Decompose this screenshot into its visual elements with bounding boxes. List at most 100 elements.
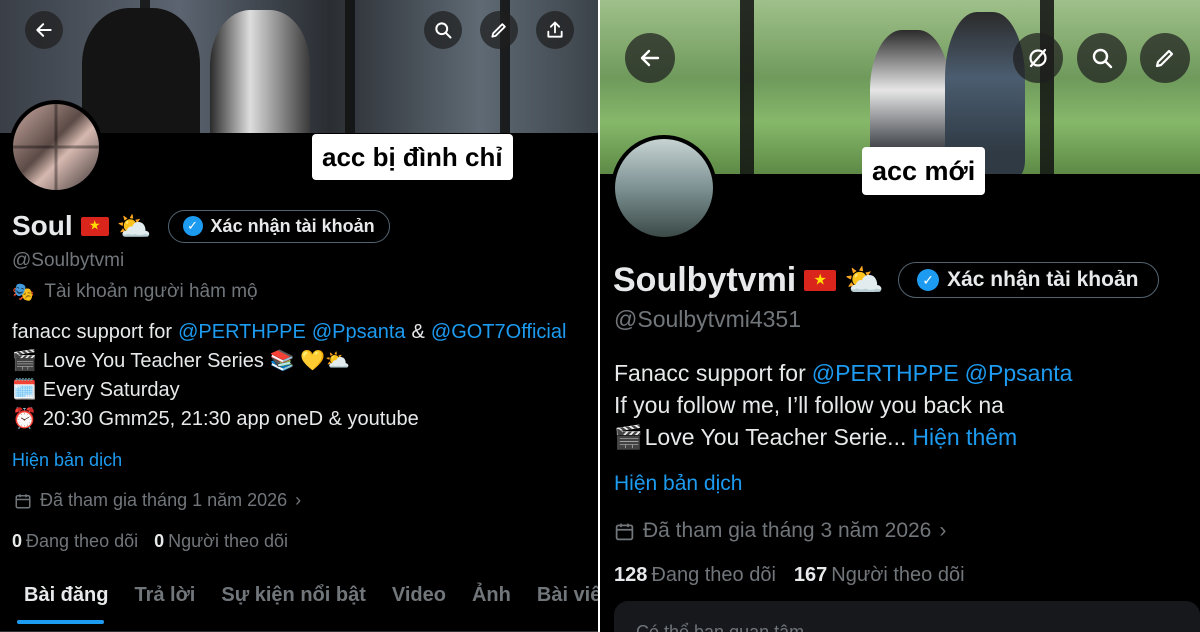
bio-line: fanacc support for @PERTHPPE @Ppsanta & …: [12, 318, 566, 347]
bio-text: Love You Teacher Serie...: [644, 424, 907, 450]
bio-text: 20:30 Gmm25, 21:30 app oneD & youtube: [42, 408, 419, 430]
suggestion-card-label: Có thể bạn quan tâm: [636, 622, 805, 632]
profile-bio: fanacc support for @PERTHPPE @Ppsanta & …: [12, 318, 566, 434]
username-handle: @Soulbytvmi4351: [614, 306, 801, 332]
followers-count[interactable]: 167: [794, 564, 827, 587]
joined-label: Đã tham gia tháng 3 năm 2026: [643, 519, 932, 542]
chevron-right-icon: ›: [939, 519, 947, 542]
window-frame: [1040, 0, 1054, 174]
bio-line: 🗓️ Every Saturday: [12, 376, 566, 405]
bio-emoji: 📚 💛⛅: [269, 350, 351, 372]
suspended-account-profile: acc bị đình chỉ Soul ⛅ ✓ Xác nhận tài kh…: [0, 0, 600, 632]
bio-text: &: [411, 321, 425, 343]
search-button[interactable]: [1077, 33, 1127, 83]
verify-label: Xác nhận tài khoản: [947, 268, 1139, 291]
bio-line: 🎬 Love You Teacher Serie... Hiện thêm: [614, 421, 1072, 453]
bio-text: If you follow me, I’ll follow you back n…: [614, 392, 1004, 418]
bio-line: ⏰ 20:30 Gmm25, 21:30 app oneD & youtube: [12, 405, 566, 434]
follow-stats: 128 Đang theo dõi 167 Người theo dõi: [614, 564, 965, 587]
chevron-right-icon: ›: [295, 490, 302, 510]
back-button[interactable]: [625, 33, 675, 83]
profile-bio: Fanacc support for @PERTHPPE @Ppsanta If…: [614, 357, 1072, 453]
banner-person: [210, 10, 310, 133]
joined-date[interactable]: Đã tham gia tháng 3 năm 2026 ›: [614, 519, 946, 543]
bio-text: Fanacc support for: [614, 360, 806, 386]
mention-link[interactable]: @GOT7Official: [431, 318, 567, 347]
tab-photos[interactable]: Ảnh: [459, 572, 524, 618]
bio-text: Love You Teacher Series: [42, 350, 264, 372]
vietnam-flag-icon: [804, 269, 837, 291]
bio-line: If you follow me, I’ll follow you back n…: [614, 389, 1072, 421]
arrow-left-icon: [36, 23, 52, 37]
profile-name-row: Soul ⛅ ✓ Xác nhận tài khoản: [12, 205, 390, 247]
pencil-icon: [491, 23, 506, 38]
mention-link[interactable]: @PERTHPPE: [812, 357, 959, 389]
share-icon: [547, 21, 563, 38]
suggestion-card[interactable]: Có thể bạn quan tâm: [614, 601, 1200, 632]
theater-mask-icon: 🎭: [12, 281, 35, 302]
tab-highlights[interactable]: Sự kiện nổi bật: [208, 572, 379, 618]
verify-account-button[interactable]: ✓ Xác nhận tài khoản: [898, 262, 1160, 298]
show-translation-link[interactable]: Hiện bản dịch: [12, 450, 122, 471]
share-button[interactable]: [536, 11, 574, 49]
arrow-left-icon: [640, 49, 660, 67]
verified-badge-icon: ✓: [917, 269, 940, 291]
avatar[interactable]: [9, 100, 103, 194]
edit-button[interactable]: [1140, 33, 1190, 83]
caption-stamp: acc bị đình chỉ: [312, 134, 513, 180]
account-type: 🎭 Tài khoản người hâm mộ: [12, 281, 258, 303]
followers-count[interactable]: 0: [154, 531, 164, 552]
profile-name-row: Soulbytvmi ⛅ ✓ Xác nhận tài khoản: [613, 258, 1160, 302]
followers-label[interactable]: Người theo dõi: [168, 531, 288, 552]
joined-date[interactable]: Đã tham gia tháng 1 năm 2026 ›: [14, 490, 301, 511]
tab-articles[interactable]: Bài viết: [524, 572, 600, 618]
window-frame: [740, 0, 754, 174]
tab-video[interactable]: Video: [379, 572, 459, 618]
calendar-icon: 🗓️: [12, 379, 37, 401]
verify-account-button[interactable]: ✓ Xác nhận tài khoản: [167, 209, 390, 243]
bio-text: fanacc support for: [12, 321, 173, 343]
grok-button[interactable]: [1013, 33, 1063, 83]
display-name: Soul: [12, 210, 73, 241]
back-button[interactable]: [25, 11, 63, 49]
clapperboard-icon: 🎬: [12, 350, 37, 372]
following-label[interactable]: Đang theo dõi: [26, 531, 138, 552]
tab-replies[interactable]: Trả lời: [121, 572, 208, 618]
clapperboard-icon: 🎬: [614, 424, 643, 450]
alarm-clock-icon: ⏰: [12, 408, 37, 430]
pencil-icon: [1155, 49, 1174, 68]
following-label[interactable]: Đang theo dõi: [651, 564, 776, 587]
show-translation-link[interactable]: Hiện bản dịch: [614, 472, 742, 496]
avatar-collage: [13, 104, 99, 190]
account-type-label: Tài khoản người hâm mộ: [44, 281, 258, 302]
following-count[interactable]: 128: [614, 564, 647, 587]
bio-line: 🎬 Love You Teacher Series 📚 💛⛅: [12, 347, 566, 376]
followers-label[interactable]: Người theo dõi: [831, 564, 964, 587]
avatar[interactable]: [611, 135, 717, 241]
caption-stamp: acc mới: [862, 147, 986, 195]
profile-tabs: Bài đăng Trả lời Sự kiện nổi bật Video Ả…: [0, 572, 600, 632]
search-icon: [435, 22, 452, 39]
username-handle: @Soulbytvmi: [12, 250, 125, 271]
search-icon: [1092, 48, 1113, 69]
mention-link[interactable]: @Ppsanta: [312, 318, 406, 347]
verified-badge-icon: ✓: [182, 216, 203, 236]
vietnam-flag-icon: [80, 216, 109, 236]
following-count[interactable]: 0: [12, 531, 22, 552]
tab-posts[interactable]: Bài đăng: [0, 572, 121, 624]
mention-link[interactable]: @Ppsanta: [965, 357, 1073, 389]
edit-button[interactable]: [480, 11, 518, 49]
joined-label: Đã tham gia tháng 1 năm 2026: [40, 490, 288, 510]
slashed-circle-icon: [1029, 48, 1047, 68]
mention-link[interactable]: @PERTHPPE: [178, 318, 306, 347]
bio-line: Fanacc support for @PERTHPPE @Ppsanta: [614, 357, 1072, 389]
follow-stats: 0 Đang theo dõi 0 Người theo dõi: [12, 531, 288, 552]
banner-person: [82, 8, 200, 133]
display-name: Soulbytvmi: [613, 260, 797, 299]
verify-label: Xác nhận tài khoản: [210, 215, 375, 236]
sun-cloud-icon: ⛅: [116, 210, 152, 242]
new-account-profile: acc mới Soulbytvmi ⛅ ✓ Xác nhận tài khoả…: [600, 0, 1200, 632]
search-button[interactable]: [424, 11, 462, 49]
calendar-icon: [15, 493, 31, 508]
show-more-link[interactable]: Hiện thêm: [912, 421, 1017, 453]
